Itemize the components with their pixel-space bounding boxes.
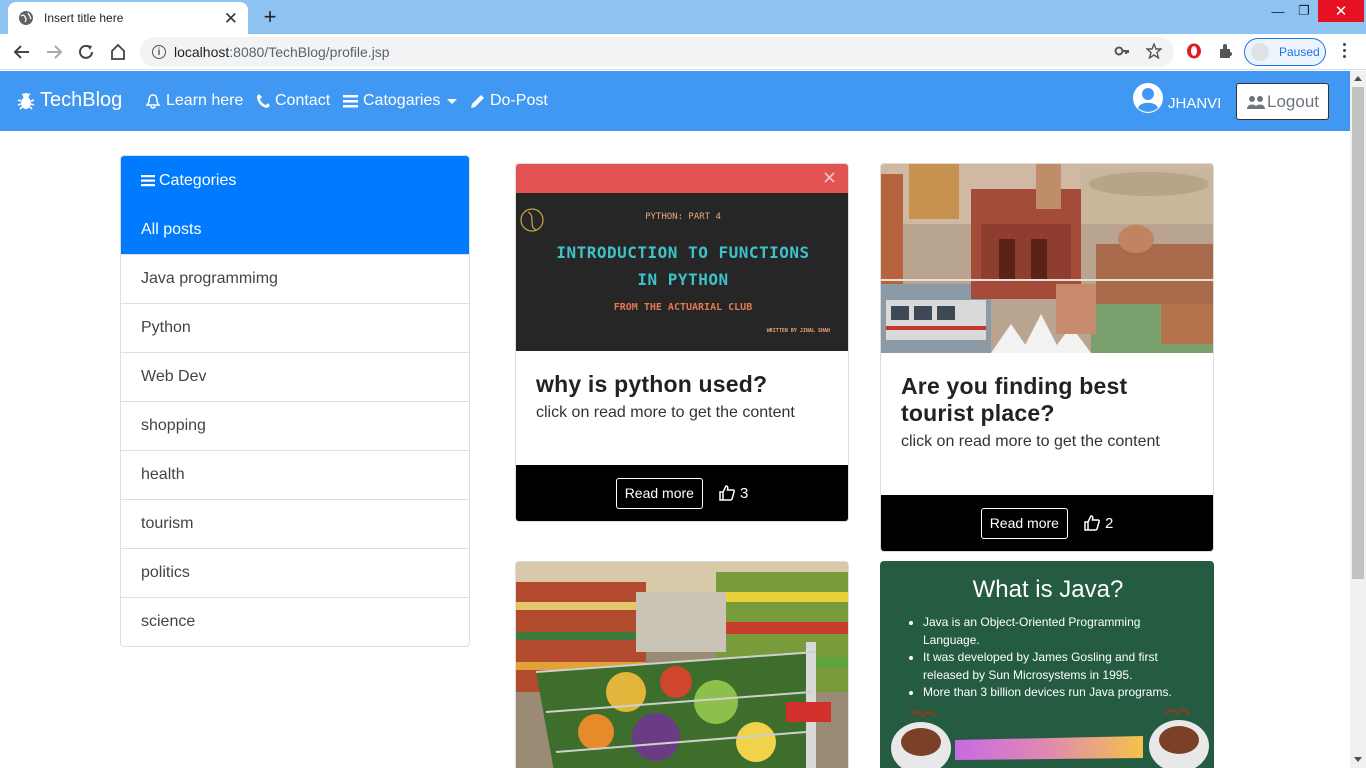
thumbs-up-icon xyxy=(1084,515,1100,531)
post-card xyxy=(515,561,849,768)
profile-status: Paused xyxy=(1279,45,1320,59)
post-excerpt: click on read more to get the content xyxy=(901,433,1160,450)
username: JHANVI xyxy=(1168,94,1222,112)
nav-categories-dropdown[interactable]: Catogaries xyxy=(343,92,458,110)
browser-tabstrip: Insert title here ✕ + — ❐ ✕ xyxy=(0,0,1366,34)
brand-link[interactable]: TechBlog xyxy=(16,89,122,112)
post-image-python: PYTHON: PART 4 INTRODUCTION TO FUNCTIONS… xyxy=(516,164,848,351)
category-health[interactable]: health xyxy=(121,450,469,499)
post-excerpt: click on read more to get the content xyxy=(536,404,795,421)
post-title: Are you finding best tourist place? xyxy=(901,373,1128,426)
category-science[interactable]: science xyxy=(121,597,469,646)
logout-label: Logout xyxy=(1267,91,1319,111)
image-title-line2: IN PYTHON xyxy=(637,270,729,289)
menu-icon[interactable] xyxy=(1343,43,1347,61)
phone-icon xyxy=(257,94,270,108)
list-icon xyxy=(343,95,358,108)
post-footer: Read more 3 xyxy=(516,465,848,521)
read-more-button[interactable]: Read more xyxy=(980,507,1068,539)
image-credit-text: WRITTEN BY JINAL SHAH xyxy=(766,328,830,334)
post-body: Are you finding best tourist place? clic… xyxy=(881,353,1213,451)
image-part-text: PYTHON: PART 4 xyxy=(645,212,721,222)
page-scrollbar[interactable] xyxy=(1350,71,1366,768)
category-shopping[interactable]: shopping xyxy=(121,401,469,450)
category-politics[interactable]: politics xyxy=(121,548,469,597)
scroll-up-icon[interactable] xyxy=(1354,76,1362,81)
like-count: 3 xyxy=(739,484,749,502)
tab-title: Insert title here xyxy=(44,11,124,25)
java-image-bullets: Java is an Object-Oriented Programming L… xyxy=(923,614,1193,702)
browser-toolbar: i localhost:8080/TechBlog/profile.jsp Pa… xyxy=(0,34,1366,70)
nav-learn[interactable]: Learn here xyxy=(145,92,243,110)
key-icon[interactable] xyxy=(1114,43,1130,64)
info-icon[interactable]: i xyxy=(152,45,166,59)
nav-do-post[interactable]: Do-Post xyxy=(470,92,548,110)
new-tab-button[interactable]: + xyxy=(258,5,282,29)
image-title-line1: INTRODUCTION TO FUNCTIONS xyxy=(556,243,810,262)
home-icon[interactable] xyxy=(106,40,130,64)
java-bullet: It was developed by James Gosling and fi… xyxy=(923,649,1193,684)
users-icon xyxy=(1247,95,1265,109)
list-icon xyxy=(141,175,155,187)
scrollbar-thumb[interactable] xyxy=(1352,87,1364,579)
scroll-down-icon[interactable] xyxy=(1354,757,1362,762)
user-circle-icon xyxy=(1133,83,1163,113)
globe-icon xyxy=(18,10,34,26)
logout-button[interactable]: Logout xyxy=(1236,83,1329,120)
categories-header-label: Categories xyxy=(159,171,237,189)
post-card: Are you finding best tourist place? clic… xyxy=(880,163,1214,552)
brand-name: TechBlog xyxy=(40,89,123,111)
post-card: What is Java? Java is an Object-Oriented… xyxy=(880,561,1214,768)
user-profile-link[interactable]: JHANVI xyxy=(1132,82,1221,114)
avatar xyxy=(1251,43,1269,61)
post-image-tourism xyxy=(881,164,1213,353)
read-more-button[interactable]: Read more xyxy=(615,477,703,509)
post-image-shopping xyxy=(516,562,848,768)
bell-icon xyxy=(145,94,161,109)
browser-tab[interactable]: Insert title here ✕ xyxy=(8,2,248,34)
nav-contact[interactable]: Contact xyxy=(256,92,330,110)
like-count: 2 xyxy=(1104,514,1114,532)
nav-learn-label: Learn here xyxy=(166,92,244,109)
star-icon[interactable] xyxy=(1145,42,1163,64)
like-button[interactable]: 3 xyxy=(719,485,748,502)
bug-icon xyxy=(17,92,35,110)
url-host: localhost xyxy=(174,44,230,60)
pencil-icon xyxy=(471,94,484,108)
chevron-down-icon xyxy=(447,98,458,104)
post-image-java: What is Java? Java is an Object-Oriented… xyxy=(881,562,1213,768)
java-bullet: More than 3 billion devices run Java pro… xyxy=(923,684,1193,702)
category-tourism[interactable]: tourism xyxy=(121,499,469,548)
category-python[interactable]: Python xyxy=(121,303,469,352)
site-navbar: TechBlog Learn here Contact Catogaries D… xyxy=(0,71,1350,131)
profile-button[interactable]: Paused xyxy=(1244,38,1326,66)
back-icon[interactable] xyxy=(10,40,34,64)
forward-icon[interactable] xyxy=(42,40,66,64)
opera-icon[interactable] xyxy=(1186,43,1202,64)
like-button[interactable]: 2 xyxy=(1084,515,1113,532)
image-source-text: FROM THE ACTUARIAL CLUB xyxy=(613,302,753,313)
post-card: PYTHON: PART 4 INTRODUCTION TO FUNCTIONS… xyxy=(515,163,849,522)
post-title: why is python used? xyxy=(536,371,768,397)
post-body: why is python used? click on read more t… xyxy=(516,351,848,422)
nav-contact-label: Contact xyxy=(275,92,331,109)
tab-close-icon[interactable]: ✕ xyxy=(224,10,238,27)
reload-icon[interactable] xyxy=(74,40,98,64)
url-path: :8080/TechBlog/profile.jsp xyxy=(229,44,390,60)
thumbs-up-icon xyxy=(719,485,735,501)
address-bar[interactable]: i localhost:8080/TechBlog/profile.jsp xyxy=(140,37,1174,67)
extensions-icon[interactable] xyxy=(1218,43,1234,64)
category-java[interactable]: Java programmimg xyxy=(121,254,469,303)
page-viewport: TechBlog Learn here Contact Catogaries D… xyxy=(0,71,1350,768)
category-all-posts[interactable]: All posts xyxy=(121,205,469,254)
java-image-heading: What is Java? xyxy=(972,576,1124,603)
categories-header: Categories xyxy=(121,156,469,205)
nav-do-post-label: Do-Post xyxy=(490,92,548,109)
category-web-dev[interactable]: Web Dev xyxy=(121,352,469,401)
nav-categories-label: Catogaries xyxy=(363,92,441,109)
post-footer: Read more 2 xyxy=(881,495,1213,551)
categories-list: Categories All posts Java programmimg Py… xyxy=(120,155,470,647)
java-bullet: Java is an Object-Oriented Programming L… xyxy=(923,614,1193,649)
window-close-button[interactable]: ✕ xyxy=(1318,0,1364,22)
